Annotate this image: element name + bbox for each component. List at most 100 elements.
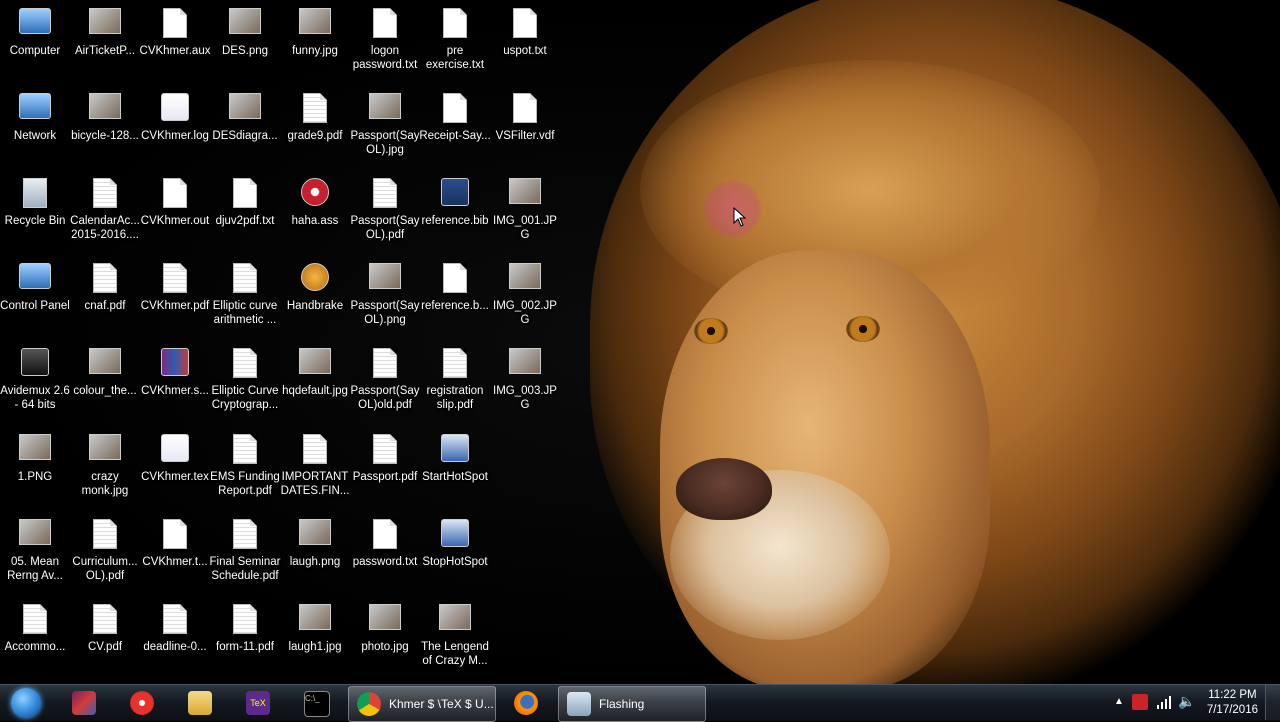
system-tray: ▲ 🔈: [1110, 685, 1204, 721]
desktop-icon[interactable]: IMG_001.JPG: [490, 174, 560, 254]
desktop-icon[interactable]: pre exercise.txt: [420, 4, 490, 84]
desktop-icon[interactable]: CVKhmer.log: [140, 89, 210, 169]
desktop-icon[interactable]: Final Seminar Schedule.pdf: [210, 515, 280, 595]
desktop-icon[interactable]: registration slip.pdf: [420, 344, 490, 424]
desktop-icon-label: reference.b...: [421, 300, 489, 312]
desktop-icon-label: pre exercise.txt: [425, 45, 485, 71]
desktop-icon[interactable]: CVKhmer.s...: [140, 344, 210, 424]
show-hidden-icons-icon[interactable]: ▲: [1114, 696, 1124, 707]
desktop-icon[interactable]: DES.png: [210, 4, 280, 84]
start-button[interactable]: [6, 686, 46, 720]
volume-icon[interactable]: 🔈: [1178, 693, 1195, 710]
desktop-icon[interactable]: laugh.png: [280, 515, 350, 595]
desktop-icon[interactable]: Receipt-Say...: [419, 89, 491, 169]
wallpaper-lion-muzzle: [670, 470, 890, 640]
desktop-icon[interactable]: Passport.pdf: [350, 430, 420, 510]
desktop-icon[interactable]: logon password.txt: [350, 4, 420, 84]
desktop-icon[interactable]: Avidemux 2.6 - 64 bits: [0, 344, 70, 424]
flashing-taskbar-button[interactable]: Flashing: [558, 686, 706, 722]
desktop-icon[interactable]: CVKhmer.pdf: [140, 259, 210, 339]
network-icon: [19, 93, 51, 125]
chrome-taskbar-button[interactable]: Khmer $ \TeX $ U...: [348, 686, 496, 722]
desktop-icon[interactable]: colour_the...: [70, 344, 140, 424]
desktop-icon[interactable]: IMG_002.JPG: [490, 259, 560, 339]
desktop-icon[interactable]: StopHotSpot: [420, 515, 490, 595]
desktop-icon-label: crazy monk.jpg: [81, 471, 129, 497]
wallpaper-lion-left-eye: [694, 318, 728, 344]
tex-taskbar-button[interactable]: TeX: [238, 686, 278, 720]
desktop-icon[interactable]: reference.bib: [420, 174, 490, 254]
desktop-icon-label: Passport(Say OL).jpg: [350, 130, 420, 156]
desktop-icon-label: Recycle Bin: [4, 215, 66, 227]
desktop-icon[interactable]: deadline-0...: [140, 600, 210, 680]
desktop-icon[interactable]: IMG_003.JPG: [490, 344, 560, 424]
desktop-icon[interactable]: Elliptic Curve Cryptograp...: [210, 344, 280, 424]
folder-icon: [188, 691, 212, 715]
network-signal-icon[interactable]: [1156, 694, 1172, 710]
desktop-icon[interactable]: hqdefault.jpg: [280, 344, 350, 424]
red-app-taskbar-button[interactable]: [122, 686, 162, 720]
desktop-icon[interactable]: The Lengend of Crazy M...: [420, 600, 490, 680]
desktop-icon[interactable]: photo.jpg: [350, 600, 420, 680]
desktop-icon[interactable]: uspot.txt: [490, 4, 560, 84]
desktop-icon[interactable]: StartHotSpot: [420, 430, 490, 510]
desktop-icon[interactable]: CVKhmer.t...: [140, 515, 210, 595]
desktop-icon[interactable]: CVKhmer.tex: [140, 430, 210, 510]
show-desktop-button[interactable]: [1265, 685, 1280, 720]
desktop-icon[interactable]: Curriculum... OL).pdf: [70, 515, 140, 595]
desktop-icon-label: StopHotSpot: [422, 556, 488, 568]
desktop[interactable]: Computer AirTicketP... CVKhmer.aux DES.png f…: [0, 0, 1280, 684]
desktop-icon[interactable]: haha.ass: [280, 174, 350, 254]
desktop-icon-label: EMS Funding Report.pdf: [210, 471, 280, 497]
explorer-taskbar-button[interactable]: [180, 686, 220, 720]
text-file-icon: [439, 8, 471, 40]
cmd-taskbar-button[interactable]: C:\_: [296, 686, 336, 720]
pdf-file-icon: [89, 263, 121, 295]
desktop-icon[interactable]: EMS Funding Report.pdf: [210, 430, 280, 510]
desktop-icon[interactable]: IMPORTANT DATES.FIN...: [280, 430, 350, 510]
desktop-icon[interactable]: VSFilter.vdf: [490, 89, 560, 169]
wallpaper-lion-face: [660, 250, 990, 684]
pdf-file-icon: [299, 93, 331, 125]
desktop-icon[interactable]: password.txt: [350, 515, 420, 595]
desktop-icon[interactable]: laugh1.jpg: [280, 600, 350, 680]
desktop-icon-label: Final Seminar Schedule.pdf: [209, 556, 281, 582]
desktop-icon[interactable]: cnaf.pdf: [70, 259, 140, 339]
desktop-icon[interactable]: Passport(Say OL).pdf: [350, 174, 420, 254]
desktop-icon[interactable]: Passport(Say OL)old.pdf: [350, 344, 420, 424]
desktop-icon-label: form-11.pdf: [216, 641, 274, 653]
desktop-icon-label: CVKhmer.aux: [139, 45, 211, 57]
desktop-icon[interactable]: 05. Mean Rerng Av...: [0, 515, 70, 595]
desktop-icon[interactable]: Passport(Say OL).jpg: [350, 89, 420, 169]
firefox-taskbar-button[interactable]: [504, 686, 548, 720]
desktop-icon[interactable]: Accommo...: [0, 600, 70, 680]
desktop-icon[interactable]: CalendarAc... 2015-2016....: [70, 174, 140, 254]
desktop-icon[interactable]: grade9.pdf: [280, 89, 350, 169]
desktop-icon[interactable]: Recycle Bin: [0, 174, 70, 254]
desktop-icon[interactable]: Elliptic curve arithmetic ...: [210, 259, 280, 339]
desktop-icon[interactable]: Computer: [0, 4, 70, 84]
desktop-icon[interactable]: 1.PNG: [0, 430, 70, 510]
desktop-icon[interactable]: DESdiagra...: [210, 89, 280, 169]
desktop-icon[interactable]: crazy monk.jpg: [70, 430, 140, 510]
desktop-icon[interactable]: funny.jpg: [280, 4, 350, 84]
desktop-icon[interactable]: AirTicketP...: [70, 4, 140, 84]
winrar-taskbar-button[interactable]: [64, 686, 104, 720]
desktop-icon-label: Passport(Say OL).pdf: [350, 215, 420, 241]
desktop-icon[interactable]: Passport(Say OL).png: [350, 259, 420, 339]
desktop-icon[interactable]: Control Panel: [0, 259, 70, 339]
avira-icon[interactable]: [1132, 694, 1148, 710]
desktop-icon-label: funny.jpg: [292, 45, 338, 57]
desktop-icon[interactable]: bicycle-128...: [70, 89, 140, 169]
desktop-icon[interactable]: reference.b...: [420, 259, 490, 339]
desktop-icon[interactable]: CV.pdf: [70, 600, 140, 680]
desktop-icon[interactable]: Handbrake: [280, 259, 350, 339]
desktop-icon[interactable]: form-11.pdf: [210, 600, 280, 680]
image-file-icon: [89, 348, 121, 380]
desktop-icon[interactable]: CVKhmer.out: [140, 174, 210, 254]
desktop-icon-label: colour_the...: [73, 385, 137, 397]
desktop-icon[interactable]: djuv2pdf.txt: [210, 174, 280, 254]
desktop-icon[interactable]: Network: [0, 89, 70, 169]
desktop-icon[interactable]: CVKhmer.aux: [140, 4, 210, 84]
clock[interactable]: 11:22 PM 7/17/2016: [1207, 688, 1258, 718]
